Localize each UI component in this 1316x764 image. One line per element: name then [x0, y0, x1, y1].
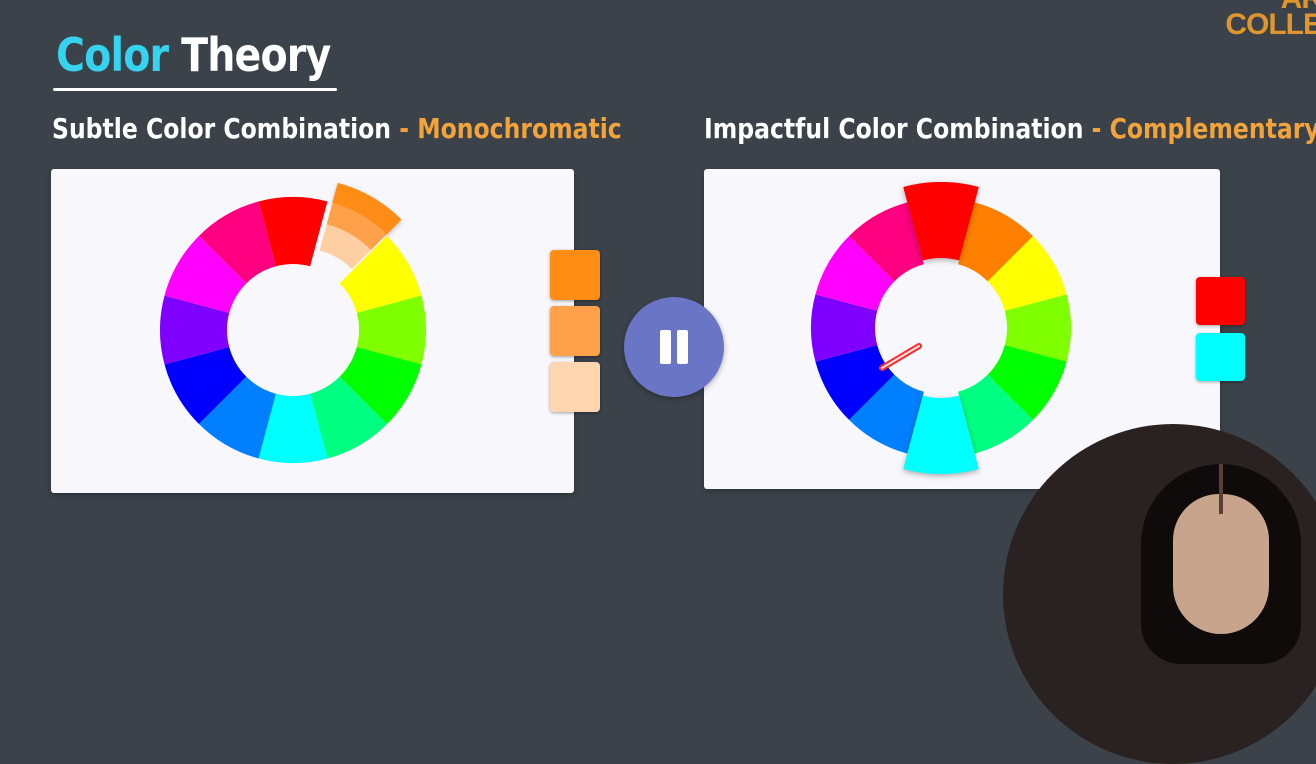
monochromatic-color-wheel [160, 182, 426, 463]
right-heading-kind: Complementary [1109, 112, 1316, 145]
left-heading-kind: Monochromatic [417, 112, 622, 145]
monochromatic-swatch-1 [550, 250, 600, 300]
right-heading-label: Impactful Color Combination [704, 112, 1084, 145]
monochromatic-swatch-2 [550, 306, 600, 356]
monochromatic-panel [51, 169, 574, 493]
title-underline [53, 88, 337, 91]
monochromatic-swatch-3 [550, 362, 600, 412]
title-accent-word: Color [56, 28, 169, 82]
presenter-webcam [1003, 424, 1316, 764]
annotation-stroke [881, 345, 920, 369]
left-heading-separator: - [399, 112, 409, 145]
left-heading: Subtle Color Combination - Monochromatic [52, 112, 622, 145]
page-title: Color Theory [56, 28, 331, 82]
brand-logo: AR COLLE [1225, 0, 1316, 41]
right-heading-separator: - [1091, 112, 1102, 145]
complementary-swatch-1 [1196, 277, 1245, 325]
title-word: Theory [181, 28, 331, 82]
right-heading: Impactful Color Combination - Complement… [704, 112, 1316, 145]
pause-button[interactable] [624, 297, 724, 397]
pause-icon [660, 330, 671, 364]
left-heading-label: Subtle Color Combination [52, 112, 392, 145]
complementary-swatch-2 [1196, 333, 1245, 381]
